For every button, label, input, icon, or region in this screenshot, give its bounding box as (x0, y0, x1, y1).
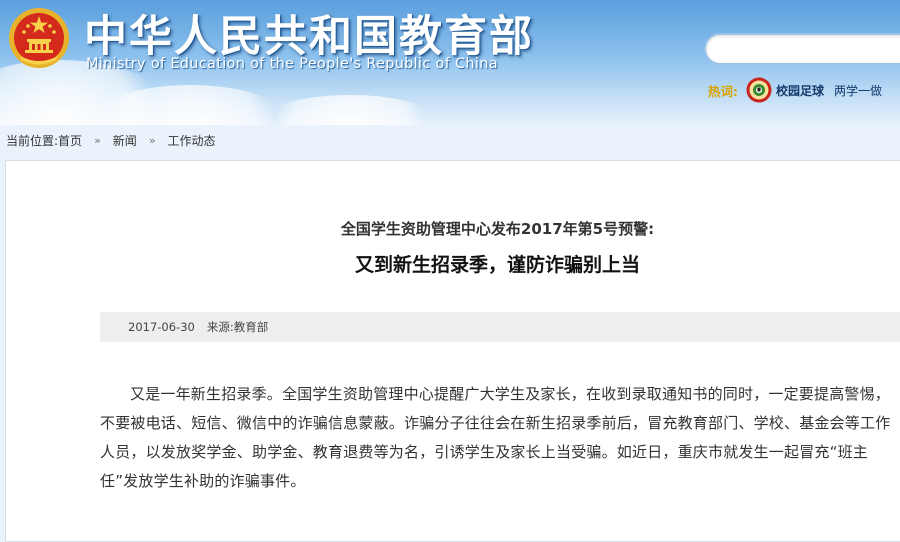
search-input[interactable] (704, 33, 900, 65)
article-meta-bar: 2017-06-30 来源:教育部 (100, 312, 900, 342)
cloud-decoration (250, 95, 450, 125)
breadcrumb: 当前位置: 首页 » 新闻 » 工作动态 (6, 132, 216, 149)
hot-words: 热词: 校园足球 两学一做 (708, 77, 892, 103)
breadcrumb-news[interactable]: 新闻 (113, 132, 137, 149)
breadcrumb-prefix: 当前位置: (6, 134, 59, 148)
football-icon[interactable] (746, 77, 772, 103)
hot-link-campus-football[interactable]: 校园足球 (776, 82, 824, 99)
article-title: 又到新生招录季，谨防诈骗别上当 (354, 254, 640, 276)
breadcrumb-separator: » (94, 134, 101, 147)
article-source: 来源:教育部 (206, 320, 269, 334)
article-date: 2017-06-30 (128, 320, 195, 334)
breadcrumb-separator: » (148, 134, 156, 147)
article-subtitle: 全国学生资助管理中心发布2017年第5号预警: (340, 220, 655, 238)
breadcrumb-home[interactable]: 首页 (58, 132, 82, 149)
hot-link-two-studies[interactable]: 两学一做 (834, 82, 882, 99)
site-subtitle: Ministry of Education of the People's Re… (86, 56, 498, 72)
national-emblem-icon (9, 8, 69, 68)
breadcrumb-work-updates[interactable]: 工作动态 (168, 132, 216, 149)
article-body: 又是一年新生招录季。全国学生资助管理中心提醒广大学生及家长，在收到录取通知书的同… (100, 385, 891, 490)
hot-words-label: 热词: (708, 83, 738, 99)
site-header: 中华人民共和国教育部 Ministry of Education of the … (0, 0, 900, 125)
site-title: 中华人民共和国教育部 (84, 12, 534, 62)
